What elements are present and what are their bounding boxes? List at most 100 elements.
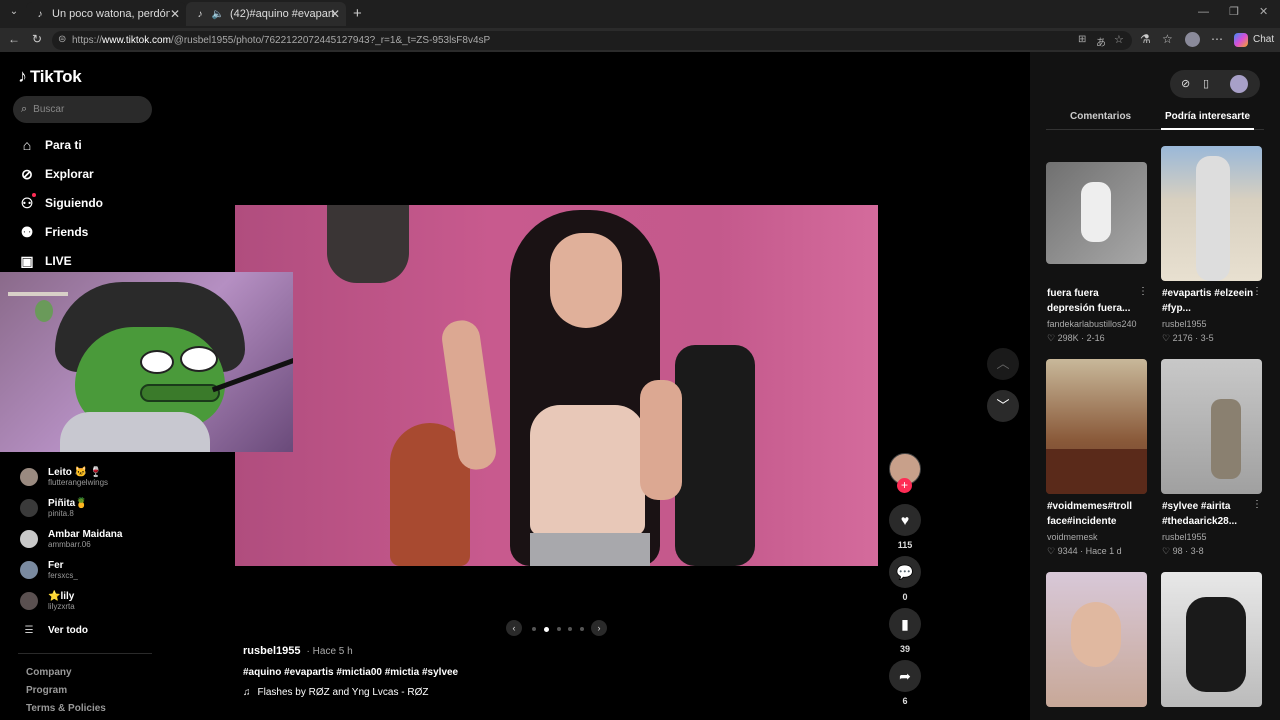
- tiktok-favicon-icon: ♪: [37, 8, 43, 20]
- translate-icon[interactable]: あ: [1096, 34, 1106, 49]
- recommended-video-title[interactable]: #sylvee #airita #thedaarick28...: [1162, 499, 1262, 529]
- extensions-icon[interactable]: ⚗: [1140, 32, 1151, 46]
- recommended-video-author[interactable]: rusbel1955: [1162, 531, 1272, 544]
- tab-podria-interesarte[interactable]: Podría interesarte: [1165, 111, 1250, 122]
- recommended-video-author[interactable]: fandekarlabustillos240: [1047, 318, 1157, 331]
- tiktok-favicon-icon: ♪: [197, 8, 203, 20]
- heart-outline-icon: ♡: [1162, 333, 1171, 343]
- person-shape: [1211, 399, 1241, 479]
- share-arrow-icon: ➦: [899, 667, 911, 684]
- share-button[interactable]: ➦: [889, 660, 921, 692]
- pepe-shirt-shape: [60, 412, 210, 452]
- heart-icon: ♥: [900, 512, 910, 528]
- carousel-next-button[interactable]: ›: [591, 620, 607, 636]
- person-face-shape: [550, 233, 622, 328]
- heart-outline-icon: ♡: [1047, 546, 1056, 556]
- close-tab-icon[interactable]: ✕: [330, 7, 340, 21]
- app-install-icon[interactable]: ⊞: [1078, 34, 1086, 45]
- recommended-video-thumb[interactable]: [1046, 572, 1147, 707]
- recommended-video-thumb[interactable]: [1161, 572, 1262, 707]
- save-button[interactable]: ▮: [889, 608, 921, 640]
- like-button[interactable]: ♥: [889, 504, 921, 536]
- reload-icon[interactable]: ↻: [32, 32, 42, 46]
- pepe-eye-right: [180, 346, 218, 372]
- follow-plus-button[interactable]: +: [897, 478, 912, 493]
- carousel-dot[interactable]: [568, 627, 573, 631]
- recommended-video-author[interactable]: voidmemesk: [1047, 531, 1157, 544]
- back-icon[interactable]: ←: [8, 32, 20, 46]
- person-arm-right-shape: [640, 380, 682, 500]
- person-top-shape: [530, 405, 645, 535]
- device-icon[interactable]: ▯: [1203, 77, 1209, 90]
- recommended-video-thumb[interactable]: [1046, 359, 1147, 494]
- room-floor-shape: [1046, 449, 1147, 494]
- tab-title: (42)#aquino #evapartis #mict: [230, 8, 334, 20]
- date: 2-16: [1086, 333, 1105, 343]
- favorite-star-icon[interactable]: ☆: [1114, 33, 1124, 46]
- recommended-video-thumb[interactable]: [1046, 162, 1147, 264]
- restore-button[interactable]: ❐: [1229, 5, 1239, 18]
- recommended-video-stats: ♡ 98 · 3-8: [1162, 546, 1204, 556]
- previous-post-button[interactable]: ︿: [987, 348, 1019, 380]
- recommended-video-thumb[interactable]: [1161, 146, 1262, 281]
- url-field[interactable]: ⊜ https://www.tiktok.com/@rusbel1955/pho…: [52, 31, 1132, 50]
- comment-count: 0: [902, 592, 908, 602]
- more-options-icon[interactable]: ⋮: [1252, 286, 1262, 297]
- save-count: 39: [899, 644, 910, 654]
- carousel-dot[interactable]: [580, 627, 584, 631]
- browser-address-bar: ← ↻ ⊜ https://www.tiktok.com/@rusbel1955…: [0, 28, 1280, 52]
- browser-tab-1[interactable]: ♪ Un poco watona, perdón por las e ✕: [26, 2, 186, 26]
- recommended-video-author[interactable]: rusbel1955: [1162, 318, 1272, 331]
- browser-tab-2[interactable]: ♪ 🔈 (42)#aquino #evapartis #mict ✕: [186, 2, 346, 26]
- more-options-icon[interactable]: ⋮: [1252, 499, 1262, 510]
- recommended-video-title[interactable]: #voidmemes#troll face#incidente: [1047, 499, 1147, 529]
- like-count: 98: [1172, 546, 1183, 556]
- post-hashtags[interactable]: #aquino #evapartis #mictia00 #mictia #sy…: [243, 667, 458, 678]
- person-shape: [1186, 597, 1246, 692]
- carousel-dot[interactable]: [532, 627, 536, 631]
- comment-icon: 💬: [896, 563, 914, 580]
- tab-comentarios[interactable]: Comentarios: [1070, 111, 1131, 122]
- carousel-dot-active[interactable]: [543, 626, 549, 632]
- recommended-video-title[interactable]: fuera fuera depresión fuera...: [1047, 286, 1147, 316]
- browser-tab-bar: ⌄ ♪ Un poco watona, perdón por las e ✕ ♪…: [0, 0, 1280, 28]
- recommended-video-title[interactable]: #evapartis #elzeein #fyp...: [1162, 286, 1262, 316]
- minimize-button[interactable]: —: [1198, 6, 1209, 18]
- music-title: Flashes by RØZ and Yng Lvcas - RØZ: [257, 687, 429, 698]
- copilot-icon[interactable]: [1234, 33, 1248, 47]
- url-host: www.tiktok.com: [102, 35, 171, 46]
- tab-title: Un poco watona, perdón por las e: [52, 8, 170, 20]
- post-author[interactable]: rusbel1955: [243, 645, 300, 657]
- chat-label[interactable]: Chat: [1253, 34, 1274, 45]
- comment-button[interactable]: 💬: [889, 556, 921, 588]
- person-pants-shape: [530, 533, 650, 566]
- close-tab-icon[interactable]: ✕: [170, 7, 180, 21]
- recommended-video-stats: ♡ 9344 · Hace 1 d: [1047, 546, 1122, 556]
- explore-icon[interactable]: ⊘: [1181, 77, 1190, 90]
- backpack-shape: [327, 205, 409, 283]
- date: 3-8: [1190, 546, 1204, 556]
- post-music[interactable]: ♫ Flashes by RØZ and Yng Lvcas - RØZ: [243, 687, 429, 698]
- profile-avatar[interactable]: [1185, 32, 1200, 47]
- post-photo[interactable]: [235, 205, 878, 566]
- favorites-icon[interactable]: ☆: [1162, 32, 1173, 46]
- speaker-icon[interactable]: 🔈: [212, 8, 224, 20]
- bookmark-icon: ▮: [901, 615, 909, 632]
- user-avatar[interactable]: [1230, 75, 1248, 93]
- next-post-button[interactable]: ﹀: [987, 390, 1019, 422]
- recommended-video-thumb[interactable]: [1161, 359, 1262, 494]
- carousel-prev-button[interactable]: ‹: [506, 620, 522, 636]
- more-menu-icon[interactable]: ⋯: [1211, 32, 1223, 46]
- new-tab-button[interactable]: +: [353, 5, 362, 22]
- active-tab-indicator: [1161, 128, 1254, 130]
- carousel-dot[interactable]: [556, 627, 561, 631]
- site-info-icon[interactable]: ⊜: [58, 34, 66, 45]
- date: 3-5: [1200, 333, 1214, 343]
- recommended-video-stats: ♡ 298K · 2-16: [1047, 333, 1105, 343]
- chair-shape: [675, 345, 755, 566]
- close-window-button[interactable]: ✕: [1259, 5, 1268, 18]
- url-path: /@rusbel1955/photo/7622122072445127943?_…: [170, 35, 491, 46]
- recommended-video-stats: ♡ 2176 · 3-5: [1162, 333, 1214, 343]
- tab-list-icon[interactable]: ⌄: [6, 6, 22, 22]
- more-options-icon[interactable]: ⋮: [1138, 286, 1148, 297]
